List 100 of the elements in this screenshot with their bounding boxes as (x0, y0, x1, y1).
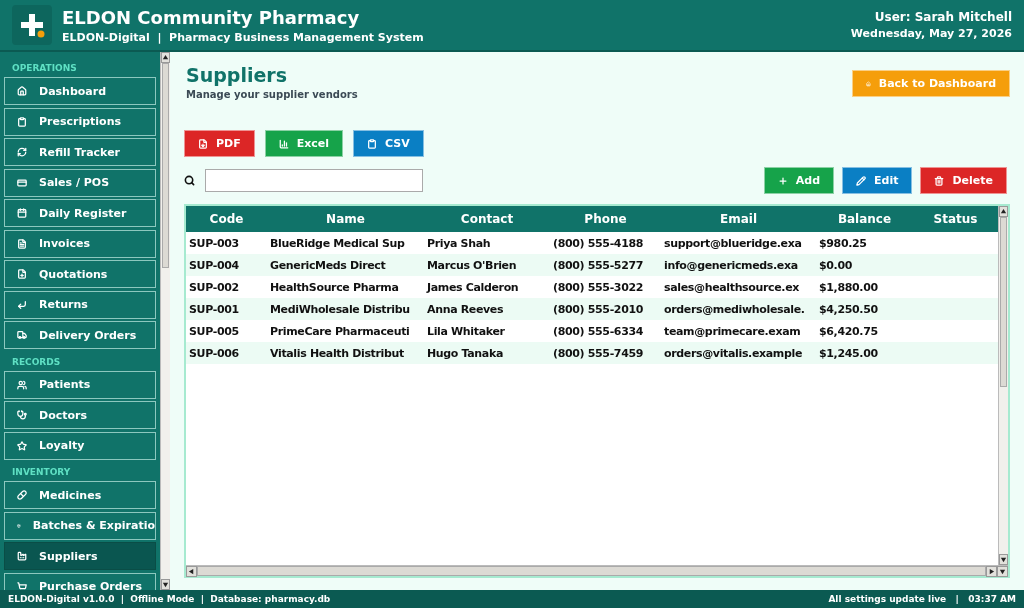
sidebar-item[interactable]: Batches & Expiratio (4, 511, 156, 540)
factory-icon (17, 551, 27, 561)
table-cell-text: sales@healthsource.ex (663, 280, 801, 294)
return-arrow-icon (17, 299, 27, 310)
sidebar-item[interactable]: Quotations (4, 260, 156, 288)
table-cell-text: (800) 555-2010 (552, 302, 645, 316)
action-button[interactable]: Add (763, 167, 835, 194)
column-header: Contact (459, 212, 515, 226)
column-header: Code (208, 212, 245, 226)
table-cell-text: Lila Whitaker (426, 324, 506, 338)
table-cell-text: BlueRidge Medical Sup (269, 236, 406, 250)
table-cell-text: $1,880.00 (818, 280, 879, 294)
down-arrow-icon[interactable] (162, 581, 169, 588)
star-icon (17, 440, 27, 451)
table-cell-text: team@primecare.exam (663, 324, 802, 338)
table-cell-text: Marcus O'Brien (426, 258, 518, 272)
card-icon (17, 177, 27, 188)
app-title: ELDON Community Pharmacy (62, 6, 361, 28)
action-button[interactable]: Delete (920, 167, 1007, 194)
sidebar-item[interactable]: Patients (4, 370, 156, 399)
section-title: RECORDS (11, 355, 62, 369)
section-title: INVENTORY (11, 466, 72, 479)
page-title: Suppliers (186, 64, 288, 86)
left-arrow-icon[interactable] (188, 568, 195, 575)
table-cell-text: Priya Shah (426, 236, 492, 250)
clipboard-icon (367, 138, 378, 149)
table-cell-text: info@genericmeds.exa (663, 258, 799, 272)
table-row[interactable]: SUP-001 MediWholesale Distribu Anna Reeves (800) 555-2010 orders@mediwholesale. $4,250.50 (186, 298, 998, 320)
table-cell-text: (800) 555-6334 (552, 324, 645, 338)
export-button[interactable]: PDF (184, 130, 255, 157)
sidebar-item[interactable]: Suppliers (4, 542, 156, 570)
sidebar-item[interactable]: Daily Register (4, 199, 156, 227)
action-button[interactable]: Edit (842, 167, 913, 194)
export-button[interactable]: CSV (353, 130, 424, 157)
status-text: All settings update live | 03:37 AM (828, 594, 1016, 604)
calendar-icon (17, 208, 27, 218)
document-plus-icon (17, 269, 27, 279)
trash-icon (934, 175, 945, 186)
sidebar-item[interactable]: Medicines (4, 481, 156, 509)
sidebar-item[interactable]: Loyalty (4, 431, 156, 460)
table-cell-text: SUP-001 (188, 302, 240, 316)
up-arrow-icon[interactable] (162, 54, 169, 61)
search-field[interactable] (205, 169, 423, 192)
status-text: ELDON-Digital v1.0.0 | Offline Mode | Database: pharmacy.db (8, 594, 331, 604)
table-cell-text: (800) 555-4188 (552, 236, 645, 250)
scrollbar[interactable] (998, 206, 1008, 565)
stethoscope-icon (17, 410, 27, 420)
table-cell-text: SUP-002 (188, 280, 240, 294)
current-date: Wednesday, May 27, 2026 (850, 27, 1012, 40)
table-cell-text: MediWholesale Distribu (269, 302, 411, 316)
column-header: Status (932, 212, 979, 226)
sidebar-item[interactable]: Sales / POS (4, 168, 156, 197)
scrollbar[interactable] (160, 52, 170, 590)
table-cell-text: SUP-004 (188, 258, 240, 272)
table-cell-text: $6,420.75 (818, 324, 879, 338)
pill-icon (17, 490, 27, 500)
scrollbar[interactable] (186, 565, 1008, 576)
sidebar-item[interactable]: Prescriptions (4, 107, 156, 136)
table-row[interactable]: SUP-004 GenericMeds Direct Marcus O'Brien (800) 555-5277 info@genericmeds.exa $0.00 (186, 254, 998, 276)
table-cell-text: James Calderon (425, 280, 520, 294)
sidebar-item[interactable]: Doctors (4, 401, 156, 429)
table-cell-text: $0.00 (818, 258, 854, 272)
table-cell-text: PrimeCare Pharmaceuti (269, 324, 411, 338)
pencil-icon (856, 175, 867, 186)
sidebar-item[interactable]: Purchase Orders (4, 572, 156, 590)
section-title: OPERATIONS (11, 62, 78, 75)
app-subtitle: ELDON-Digital | Pharmacy Business Management System (62, 30, 425, 44)
table-cell-text: $980.25 (818, 236, 868, 250)
column-header: Balance (836, 212, 893, 226)
table-cell-text: SUP-006 (188, 346, 240, 360)
table-cell-text: (800) 555-5277 (552, 258, 645, 272)
table-cell-text: (800) 555-3022 (552, 280, 645, 294)
clipboard-icon (17, 116, 27, 127)
sidebar-item[interactable]: Dashboard (4, 77, 156, 105)
refresh-icon (17, 147, 27, 157)
sidebar-item[interactable]: Invoices (4, 229, 156, 258)
table-cell-text: GenericMeds Direct (269, 258, 387, 272)
sidebar-item[interactable]: Returns (4, 290, 156, 319)
document-icon (198, 138, 208, 149)
column-header: Email (719, 212, 758, 226)
sidebar-item[interactable]: Delivery Orders (4, 321, 156, 349)
table-cell-text: SUP-003 (188, 236, 240, 250)
export-button[interactable]: Excel (264, 130, 344, 157)
table-cell-text: SUP-005 (188, 324, 240, 338)
column-header: Phone (583, 212, 628, 226)
page-subtitle: Manage your supplier vendors (186, 89, 358, 100)
table-cell-text: $4,250.50 (818, 302, 879, 316)
users-icon (17, 379, 27, 390)
user-name: User: Sarah Mitchell (874, 10, 1012, 24)
plus-icon (777, 175, 788, 186)
table-cell-text: Vitalis Health Distribut (269, 346, 405, 360)
table-cell-text: (800) 555-7459 (552, 346, 645, 360)
bar-chart-icon (278, 138, 289, 149)
column-header: Name (325, 212, 366, 226)
right-arrow-icon[interactable] (988, 568, 995, 575)
sidebar-item[interactable]: Refill Tracker (4, 138, 156, 166)
logo-icon (12, 5, 52, 45)
up-arrow-icon[interactable] (1000, 208, 1007, 215)
cart-icon (17, 581, 27, 590)
table-row[interactable]: SUP-006 Vitalis Health Distribut Hugo Tanaka (800) 555-7459 orders@vitalis.example $1,245.00 (186, 342, 998, 364)
